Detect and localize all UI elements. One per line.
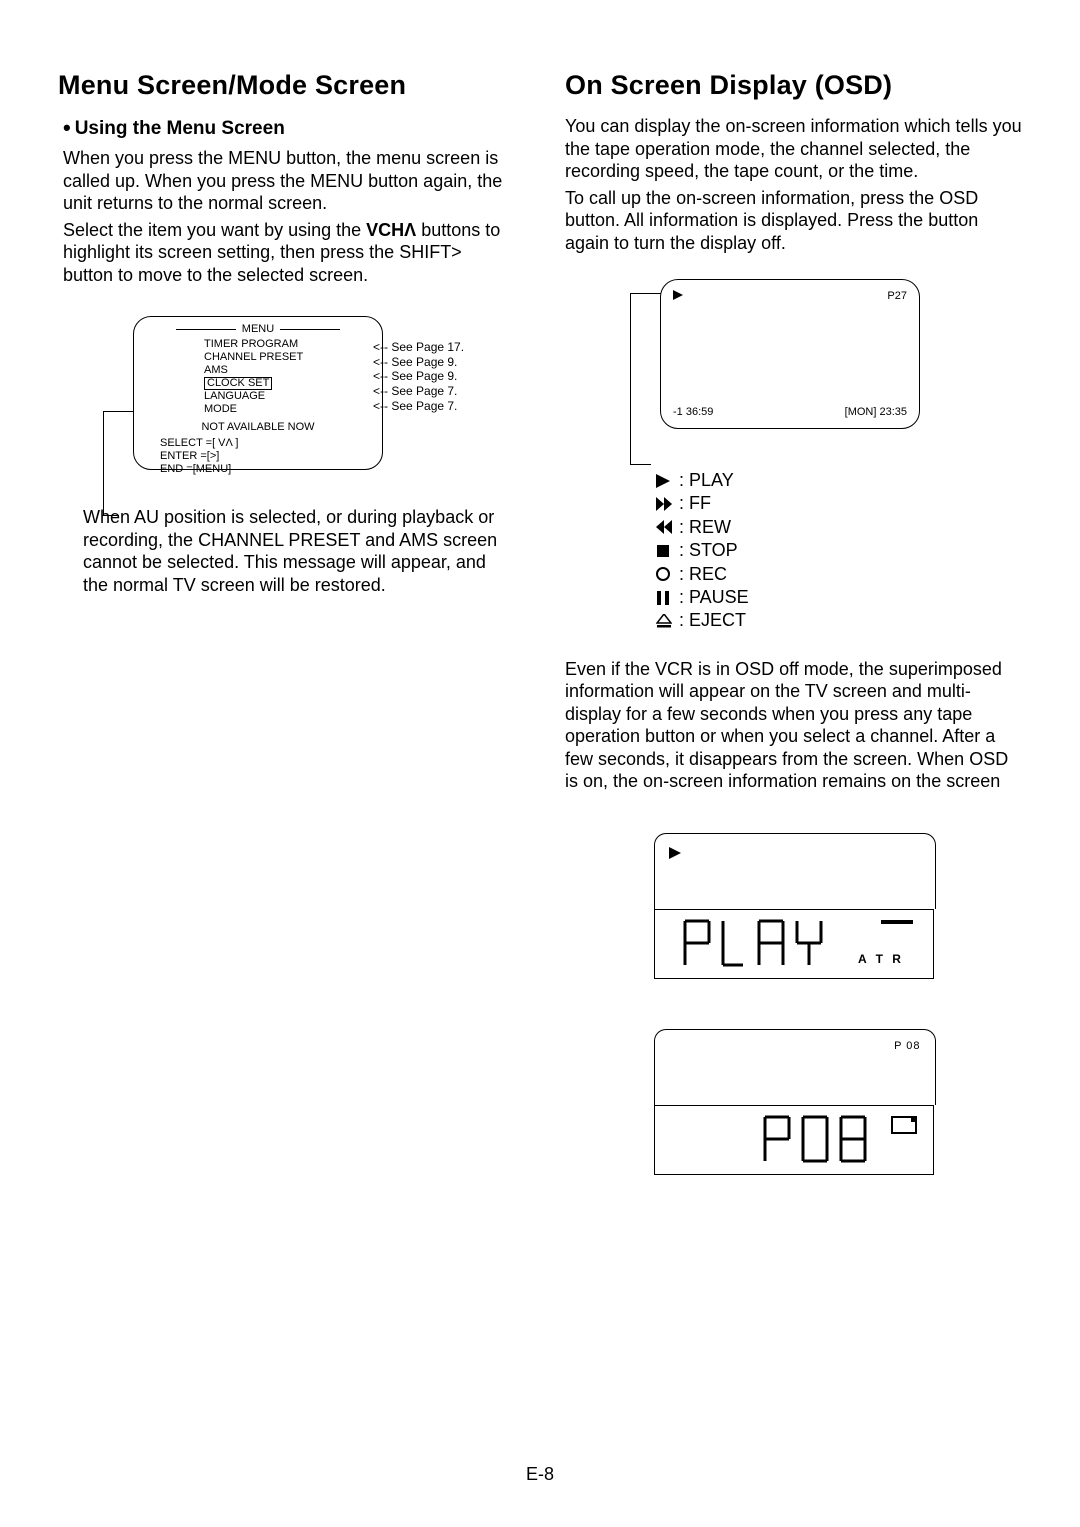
pause-icon	[653, 591, 675, 605]
menu-title: MENU	[242, 323, 274, 335]
bullet-icon: •	[63, 115, 71, 140]
heading-menu-mode: Menu Screen/Mode Screen	[58, 70, 515, 101]
seven-seg-p08	[763, 1115, 883, 1165]
play-icon	[653, 474, 675, 488]
vch-label: VCHΛ	[366, 220, 416, 240]
osd-tv-illustration: P27 -1 36:59 [MON] 23:35	[620, 279, 930, 449]
page-number: E-8	[0, 1464, 1080, 1485]
menu-screen-illustration: MENU TIMER PROGRAM CHANNEL PRESET AMS CL…	[93, 316, 473, 476]
menu-item: LANGUAGE	[204, 390, 382, 403]
osd-channel-p08: P 08	[894, 1040, 920, 1052]
play-icon	[669, 846, 681, 864]
atr-label: A T R	[858, 952, 904, 966]
para-osd-desc: You can display the on-screen informatio…	[565, 115, 1022, 183]
para-menu-select: Select the item you want by using the VC…	[63, 219, 515, 287]
osd-counter: -1 36:59	[673, 406, 713, 418]
heading-osd: On Screen Display (OSD)	[565, 70, 1022, 101]
note-au-position: When AU position is selected, or during …	[83, 506, 515, 596]
not-available-msg: NOT AVAILABLE NOW	[134, 421, 382, 433]
rec-icon	[653, 567, 675, 581]
cassette-icon	[891, 1116, 917, 1134]
callout-line	[103, 411, 104, 516]
ctrl-enter: ENTER =[>]	[160, 450, 382, 463]
menu-item: TIMER PROGRAM	[204, 338, 382, 351]
page-refs: <-- See Page 17. <-- See Page 9. <-- See…	[373, 340, 464, 413]
display-p08: P 08	[654, 1029, 934, 1175]
icon-legend: : PLAY : FF : REW : STOP : REC : PAUSE :…	[653, 469, 1022, 633]
seven-seg-play	[683, 919, 838, 969]
para-menu-press: When you press the MENU button, the menu…	[63, 147, 515, 215]
bar-indicator	[881, 920, 913, 924]
para-osd-call: To call up the on-screen information, pr…	[565, 187, 1022, 255]
stop-icon	[653, 544, 675, 558]
menu-item: CHANNEL PRESET	[204, 351, 382, 364]
para-osd-off: Even if the VCR is in OSD off mode, the …	[565, 658, 1022, 793]
rew-icon	[653, 520, 675, 534]
osd-channel: P27	[887, 290, 907, 303]
ctrl-end: END =[MENU]	[160, 463, 382, 476]
menu-item: AMS	[204, 364, 382, 377]
menu-item: MODE	[204, 403, 382, 416]
ctrl-select: SELECT =[ VΛ ]	[160, 437, 382, 450]
play-icon	[673, 290, 683, 303]
callout-line	[630, 293, 631, 465]
display-play: A T R	[654, 833, 934, 979]
eject-icon	[653, 614, 675, 628]
ff-icon	[653, 497, 675, 511]
menu-item-selected: CLOCK SET	[204, 377, 272, 390]
osd-clock: [MON] 23:35	[845, 406, 907, 418]
heading-using-menu: •Using the Menu Screen	[63, 115, 515, 141]
